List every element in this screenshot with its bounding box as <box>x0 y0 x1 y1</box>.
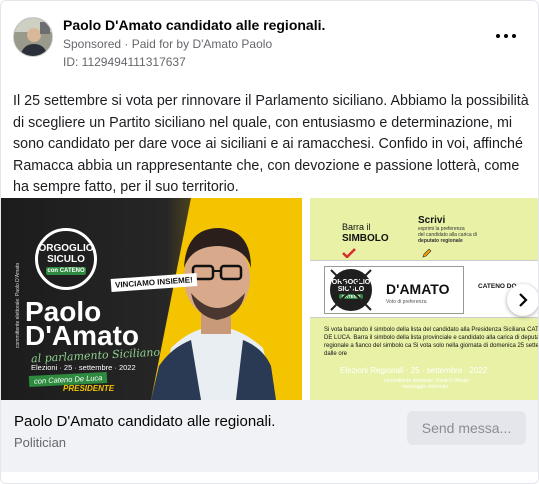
ballot-candidate-name: D'AMATO <box>386 281 450 297</box>
send-message-button[interactable]: Send messa... <box>407 411 526 445</box>
page-title[interactable]: Paolo D'Amato candidato alle regionali. <box>63 17 325 33</box>
sponsored-label[interactable]: Sponsored <box>63 37 121 51</box>
dot-separator: · <box>124 37 132 51</box>
ballot-box: ORGOGLIO SICULO CATENO D'AMATO Voto di p… <box>310 260 538 318</box>
carousel-slide-1[interactable]: committente elettorale: Paolo D'Amato OR… <box>1 198 302 400</box>
carousel-slide-2[interactable]: Barra il SIMBOLO Scrivi esprimi la prefe… <box>310 198 539 400</box>
post-body: Il 25 settembre si vota per rinnovare il… <box>13 93 529 195</box>
candidate-last-name: D'Amato <box>25 320 139 351</box>
logo-bottom-text: SICULO <box>47 254 85 265</box>
footer-category: Politician <box>14 435 67 450</box>
chevron-right-icon <box>519 293 528 307</box>
ballot-cross-icon <box>330 269 372 311</box>
scrivi-label: Scrivi <box>418 215 446 226</box>
page-avatar[interactable] <box>13 17 53 57</box>
ad-card: Paolo D'Amato candidato alle regionali. … <box>0 0 539 484</box>
paid-for-name[interactable]: D'Amato Paolo <box>192 37 272 51</box>
elezioni-regionali-label: Elezioni Regionali · 25 · settembre · 20… <box>340 366 488 375</box>
side-committente-text: committente elettorale: Paolo D'Amato <box>15 262 21 348</box>
ad-id: ID: 1129494111317637 <box>63 55 186 69</box>
voting-info-text: Si vota barrando il simbolo della lista … <box>324 327 539 357</box>
logo-con: con <box>47 268 59 274</box>
committente-line-2: messaggio elettorale <box>402 384 449 390</box>
footer-title[interactable]: Paolo D'Amato candidato alle regionali. <box>14 413 275 430</box>
card-footer: Paolo D'Amato candidato alle regionali. … <box>1 400 538 472</box>
scrivi-sub-3: deputato regionale <box>418 238 463 244</box>
sponsored-line: Sponsored · Paid for by D'Amato Paolo <box>63 37 272 51</box>
election-date: Elezioni · 25 · settembre · 2022 <box>31 363 136 372</box>
voto-preferenza-label: Voto di preferenza <box>386 299 427 305</box>
image-carousel: committente elettorale: Paolo D'Amato OR… <box>1 198 539 400</box>
carousel-next-button[interactable] <box>507 284 538 316</box>
more-options-icon[interactable] <box>496 31 516 41</box>
simbolo-label: SIMBOLO <box>342 233 389 244</box>
logo-top-text: ORGOGLIO <box>38 243 94 254</box>
barra-il-text: Barra il <box>342 222 371 232</box>
logo-cateno-band: con CATENO <box>46 267 86 275</box>
presidente-text: PRESIDENTE <box>63 384 115 393</box>
post-header: Paolo D'Amato candidato alle regionali. … <box>13 15 526 71</box>
orgoglio-siculo-logo: ORGOGLIO SICULO con CATENO <box>35 228 97 290</box>
logo-cateno: CATENO <box>59 268 85 274</box>
paid-for-prefix: Paid for by <box>131 37 190 51</box>
barra-il-label: Barra il <box>342 222 371 232</box>
